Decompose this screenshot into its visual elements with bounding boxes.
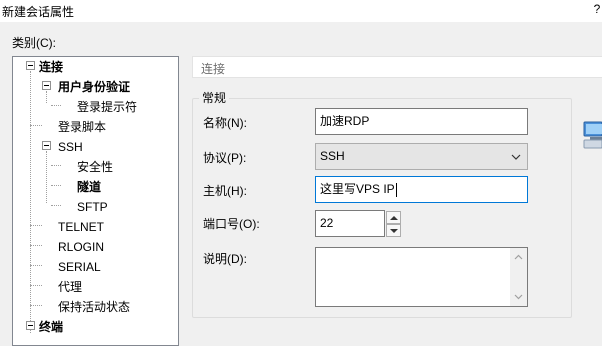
tree-line <box>51 105 61 106</box>
tree-line <box>51 205 61 206</box>
tree-line <box>30 225 42 226</box>
tree-line <box>30 245 42 246</box>
tree-item-label: 保持活动状态 <box>58 300 131 314</box>
title-bar: 新建会话属性 ? <box>0 0 602 22</box>
tree-item-connection[interactable]: 连接 <box>39 57 63 77</box>
tree-item-rlogin[interactable]: RLOGIN <box>58 237 104 257</box>
tree-item-label: SSH <box>58 140 83 154</box>
tree-item-label: 隧道 <box>77 180 102 194</box>
scroll-up-icon[interactable] <box>514 254 523 260</box>
tree-collapse-icon[interactable] <box>42 141 51 150</box>
description-scrollbar[interactable] <box>510 248 527 306</box>
description-field[interactable] <box>315 247 528 307</box>
port-increment-button[interactable] <box>386 211 401 224</box>
tree-collapse-icon[interactable] <box>42 81 51 90</box>
tree-item-login-script[interactable]: 登录脚本 <box>58 117 106 137</box>
port-value: 22 <box>320 216 334 230</box>
tree-line <box>46 91 47 103</box>
help-button[interactable]: ? <box>592 2 602 18</box>
text-caret <box>395 182 397 197</box>
tree-line <box>46 151 47 203</box>
tree-collapse-icon[interactable] <box>26 61 35 70</box>
tree-line <box>51 165 61 166</box>
tree-item-label: 安全性 <box>77 160 114 174</box>
tree-item-label: 用户身份验证 <box>58 80 131 94</box>
tree-item-label: SFTP <box>77 200 108 214</box>
tree-item-keepalive[interactable]: 保持活动状态 <box>58 297 130 317</box>
general-group-title: 常规 <box>199 89 230 106</box>
protocol-label: 协议(P): <box>203 151 247 165</box>
tree-item-terminal[interactable]: 终端 <box>39 317 63 337</box>
tree-line <box>30 265 42 266</box>
tree-item-sftp[interactable]: SFTP <box>77 197 108 217</box>
window-title: 新建会话属性 <box>2 5 75 19</box>
chevron-down-icon <box>511 154 521 160</box>
name-label: 名称(N): <box>203 116 247 130</box>
tree-item-label: 登录提示符 <box>77 100 138 114</box>
tree-item-login-prompt[interactable]: 登录提示符 <box>77 97 137 117</box>
tree-item-label: 终端 <box>39 320 64 334</box>
panel-header: 连接 <box>192 56 602 78</box>
port-decrement-button[interactable] <box>386 224 401 237</box>
tree-item-label: RLOGIN <box>58 240 105 254</box>
tree-item-label: 代理 <box>58 280 83 294</box>
tree-item-ssh[interactable]: SSH <box>58 137 83 157</box>
tree-item-tunnel[interactable]: 隧道 <box>77 177 101 197</box>
tree-item-label: SERIAL <box>58 260 101 274</box>
host-label: 主机(H): <box>203 184 247 198</box>
spin-up-icon <box>390 216 398 220</box>
scroll-down-icon[interactable] <box>514 294 523 300</box>
tree-item-label: TELNET <box>58 220 105 234</box>
tree-line <box>30 285 42 286</box>
category-tree[interactable]: 连接 用户身份验证 登录提示符 登录脚本 SSH 安全性 隧道 SFTP TEL… <box>12 56 179 346</box>
spin-down-icon <box>390 229 398 233</box>
network-computer-icon <box>583 121 602 149</box>
tree-line <box>30 305 42 306</box>
description-label: 说明(D): <box>203 252 247 266</box>
tree-item-serial[interactable]: SERIAL <box>58 257 101 277</box>
category-label: 类别(C): <box>12 36 56 50</box>
tree-item-telnet[interactable]: TELNET <box>58 217 104 237</box>
panel-header-title: 连接 <box>201 62 226 76</box>
port-label: 端口号(O): <box>203 217 260 231</box>
protocol-value: SSH <box>320 149 345 163</box>
tree-item-user-auth[interactable]: 用户身份验证 <box>58 77 130 97</box>
tree-item-label: 连接 <box>39 60 64 74</box>
name-value: 加速RDP <box>320 114 370 128</box>
tree-line <box>51 185 61 186</box>
tree-line <box>30 71 31 333</box>
host-field[interactable]: 这里写VPS IP <box>315 176 528 203</box>
tree-item-proxy[interactable]: 代理 <box>58 277 82 297</box>
tree-line <box>30 125 42 126</box>
protocol-select[interactable]: SSH <box>315 143 528 170</box>
port-field[interactable]: 22 <box>315 210 385 237</box>
host-value: 这里写VPS IP <box>320 182 395 196</box>
tree-collapse-icon[interactable] <box>26 321 35 330</box>
tree-item-label: 登录脚本 <box>58 120 107 134</box>
name-field[interactable]: 加速RDP <box>315 108 528 135</box>
tree-item-security[interactable]: 安全性 <box>77 157 113 177</box>
